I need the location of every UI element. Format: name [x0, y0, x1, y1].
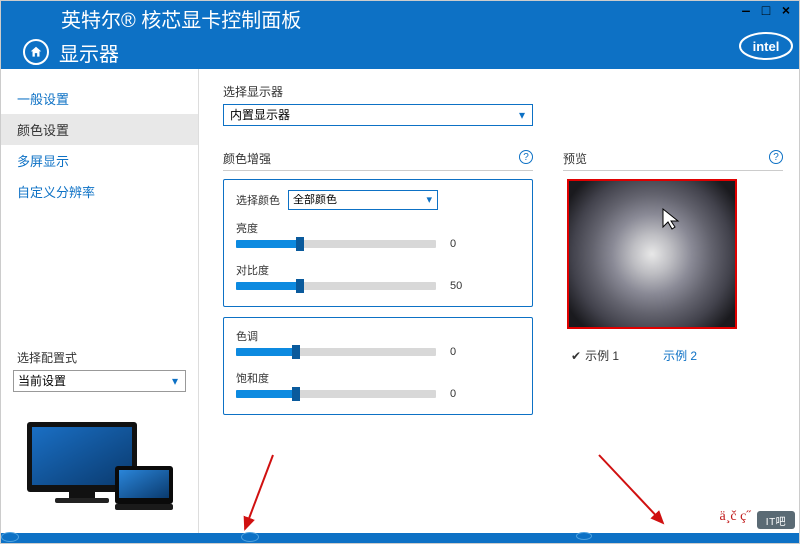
check-icon: ✔ [571, 349, 581, 363]
saturation-label: 饱和度 [236, 370, 520, 386]
brightness-label: 亮度 [236, 220, 520, 236]
help-icon[interactable]: ? [769, 150, 783, 164]
preview-image [567, 179, 737, 329]
example-1[interactable]: ✔ 示例 1 [571, 347, 619, 364]
color-select[interactable]: 全部颜色 [288, 190, 438, 210]
section-title: 显示器 [59, 38, 119, 67]
preview-title: 预览 [563, 150, 587, 167]
minimize-button[interactable]: ‒ [739, 3, 753, 17]
display-select[interactable]: 内置显示器 [223, 104, 533, 126]
intel-logo: intel [739, 29, 793, 63]
svg-text:intel: intel [753, 39, 780, 54]
cursor-icon [661, 207, 681, 231]
main-content: 选择显示器 内置显示器 ▾ 颜色增强 ? 选择颜色 全部颜色 [199, 69, 799, 533]
hue-value: 0 [450, 346, 480, 358]
brightness-slider[interactable] [236, 240, 436, 248]
nav-multiscreen[interactable]: 多屏显示 [1, 145, 198, 176]
panel-brightness-contrast: 选择颜色 全部颜色 ▾ 亮度 [223, 179, 533, 307]
preview-header: 预览 ? [563, 150, 783, 171]
hue-label: 色调 [236, 328, 520, 344]
contrast-label: 对比度 [236, 262, 520, 278]
close-button[interactable]: × [779, 3, 793, 17]
example-2[interactable]: 示例 2 [663, 347, 697, 364]
watermark-logo: IT吧 [757, 511, 795, 529]
config-label: 选择配置式 [1, 349, 198, 370]
sidebar: 一般设置 颜色设置 多屏显示 自定义分辨率 选择配置式 当前设置 ▾ [1, 69, 199, 533]
monitor-illustration [1, 408, 198, 533]
color-enhance-header: 颜色增强 ? [223, 150, 533, 171]
select-color-label: 选择颜色 [236, 192, 280, 208]
home-icon [29, 45, 43, 59]
bottom-bar [1, 533, 799, 543]
saturation-value: 0 [450, 388, 480, 400]
nav-custom-res[interactable]: 自定义分辨率 [1, 176, 198, 207]
nav-color[interactable]: 颜色设置 [1, 114, 198, 145]
nav-general[interactable]: 一般设置 [1, 83, 198, 114]
home-button[interactable] [23, 39, 49, 65]
app-title: 英特尔® 核芯显卡控制面板 [61, 4, 301, 33]
color-enhance-title: 颜色增强 [223, 150, 271, 167]
saturation-slider[interactable] [236, 390, 436, 398]
display-label: 选择显示器 [223, 83, 783, 100]
help-icon[interactable]: ? [519, 150, 533, 164]
contrast-value: 50 [450, 280, 480, 292]
overlay-garbled-text: ä¸č ç˝ [720, 509, 751, 525]
maximize-button[interactable]: □ [759, 3, 773, 17]
subheader: 显示器 intel [1, 35, 799, 69]
contrast-slider[interactable] [236, 282, 436, 290]
window-controls: ‒ □ × [739, 3, 793, 17]
brightness-value: 0 [450, 238, 480, 250]
example-selector: ✔ 示例 1 示例 2 [571, 347, 783, 364]
titlebar: 英特尔® 核芯显卡控制面板 ‒ □ × [1, 1, 799, 35]
config-select[interactable]: 当前设置 [13, 370, 186, 392]
panel-hue-saturation: 色调 0 饱和度 [223, 317, 533, 415]
hue-slider[interactable] [236, 348, 436, 356]
